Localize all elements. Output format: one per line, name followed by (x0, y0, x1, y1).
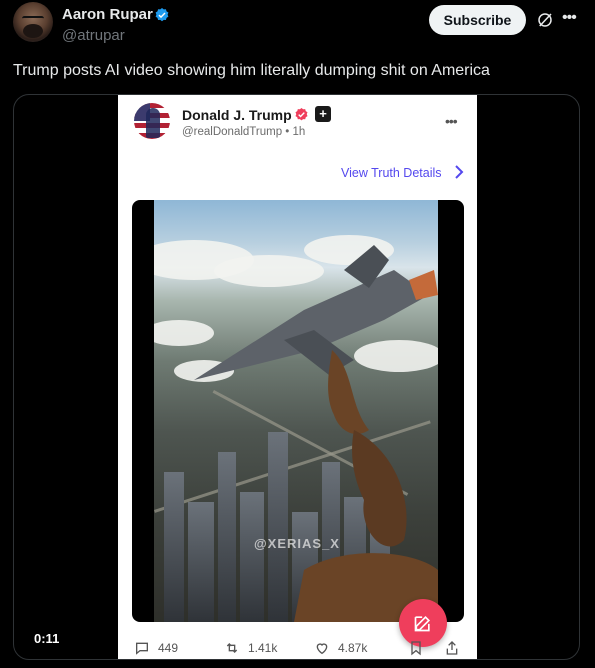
truth-verified-icon (295, 107, 308, 121)
video-watermark: @XERIAS_X (254, 536, 340, 551)
author-avatar[interactable] (13, 2, 53, 42)
truth-more-icon: ••• (445, 113, 458, 129)
share-icon (446, 641, 458, 655)
video-scene: @XERIAS_X (154, 200, 438, 622)
view-truth-details-link: View Truth Details (341, 166, 442, 180)
like-count: 4.87k (338, 641, 368, 655)
truth-author-handle: @realDonaldTrump • 1h (182, 126, 306, 138)
avatar-portrait (146, 108, 160, 138)
more-options-icon[interactable]: ••• (562, 9, 578, 29)
retruth-action: 1.41k (224, 640, 277, 656)
tweet-media[interactable]: Donald J. Trump + @realDonaldTrump • 1h … (13, 94, 580, 660)
bookmark-icon (411, 641, 421, 656)
video-frame: @XERIAS_X (132, 200, 464, 622)
truth-avatar (134, 103, 170, 139)
truth-social-post: Donald J. Trump + @realDonaldTrump • 1h … (118, 95, 477, 659)
chevron-right-icon (455, 165, 464, 179)
retruth-count: 1.41k (248, 641, 278, 655)
bookmark-action (408, 640, 424, 656)
like-action: 4.87k (314, 640, 367, 656)
like-icon (316, 643, 328, 655)
share-action (444, 640, 460, 656)
avatar-beard (23, 24, 43, 38)
tweet-text: Trump posts AI video showing him literal… (13, 62, 490, 79)
compose-icon (414, 615, 431, 632)
retruth-icon (226, 643, 238, 653)
grok-icon[interactable] (536, 11, 554, 29)
jet-illustration (194, 245, 438, 622)
subscribe-button[interactable]: Subscribe (429, 5, 526, 35)
reply-action: 449 (134, 640, 178, 656)
reply-count: 449 (158, 641, 179, 655)
truth-plus-badge: + (315, 106, 331, 122)
avatar-glasses (22, 16, 44, 21)
author-name[interactable]: Aaron Rupar (62, 6, 153, 23)
truth-author-name: Donald J. Trump (182, 107, 292, 123)
author-handle[interactable]: @atrupar (62, 27, 125, 44)
reply-icon (136, 642, 148, 655)
verified-badge-icon (155, 8, 169, 22)
video-duration: 0:11 (34, 631, 60, 646)
